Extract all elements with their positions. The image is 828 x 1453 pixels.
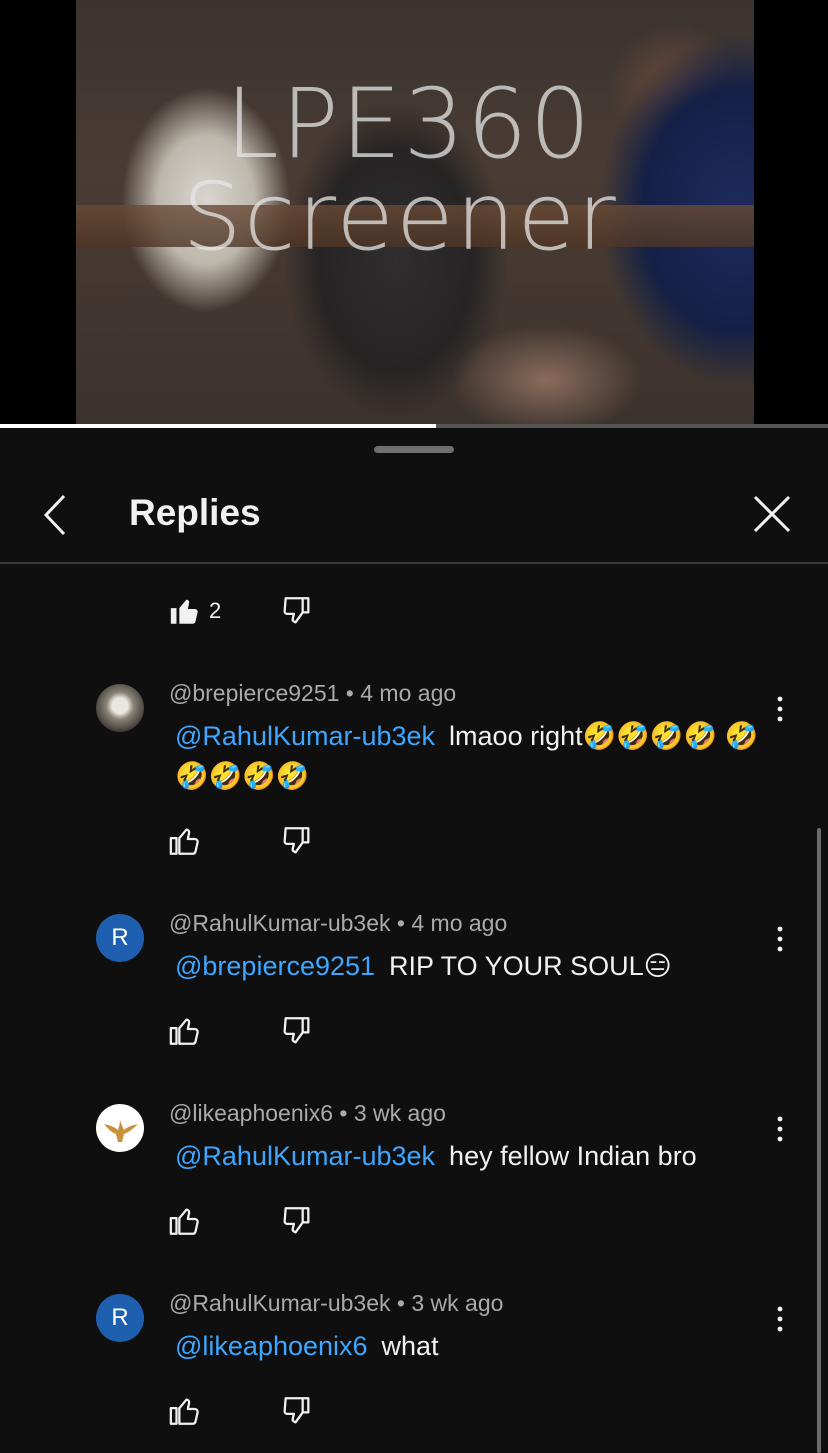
comment-more-button[interactable] [768,1114,792,1144]
thumbs-up-icon [169,1208,199,1235]
comment-author[interactable]: @likeaphoenix6 [169,1100,333,1126]
scrollbar[interactable] [817,828,821,1453]
comment-actions [168,1394,328,1434]
dislike-button[interactable] [280,1394,314,1428]
comment-mention-link[interactable]: @likeaphoenix6 [175,1331,368,1361]
replies-header: Replies [0,478,828,564]
comment-author[interactable]: @RahulKumar-ub3ek [169,910,391,936]
comment-meta: @RahulKumar-ub3ek • 4 mo ago [169,910,507,937]
more-vertical-icon [777,926,783,952]
like-button[interactable] [168,824,202,858]
dislike-button[interactable] [280,824,314,858]
comment-actions [168,1014,328,1054]
comment-time: 3 wk ago [411,1290,504,1316]
avatar[interactable]: R [96,1294,144,1342]
comment-text: @RahulKumar-ub3ek hey fellow Indian bro [175,1136,775,1176]
thumbs-down-icon [283,1397,310,1424]
thumbs-up-filled-icon [170,599,198,624]
watermark-line2: Screener [182,163,618,272]
thumbs-up-icon [169,828,199,855]
chevron-left-icon [43,494,66,536]
comment-mention-link[interactable]: @brepierce9251 [175,951,375,981]
more-vertical-icon [777,1306,783,1332]
comment-more-button[interactable] [768,1304,792,1334]
like-button[interactable] [168,1014,202,1048]
replies-sheet: Replies 2 @brepierce9251 • 4 mo ago @Rah… [0,428,828,1453]
comment-time: 4 mo ago [360,680,457,706]
drag-handle[interactable] [374,446,454,453]
thumbs-up-icon [169,1018,199,1045]
thumbs-up-icon [169,1398,199,1425]
comment-actions [168,824,328,864]
watermark-line1: LPE360 [225,68,593,180]
comment-time: 3 wk ago [353,1100,446,1126]
comment-author[interactable]: @brepierce9251 [169,680,339,706]
avatar[interactable]: R [96,914,144,962]
thumbs-down-icon [283,827,310,854]
page-title: Replies [129,492,261,533]
more-vertical-icon [777,696,783,722]
dislike-button[interactable] [280,594,314,628]
comment-meta: @RahulKumar-ub3ek • 3 wk ago [169,1290,503,1317]
thumbs-down-icon [283,1207,310,1234]
comment-time: 4 mo ago [411,910,508,936]
parent-comment-actions: 2 [168,594,328,634]
thumbs-down-icon [283,1017,310,1044]
comment-text: @brepierce9251 RIP TO YOUR SOUL😑 [175,946,775,986]
meta-separator: • [396,910,405,936]
meta-separator: • [396,1290,405,1316]
comment-mention-link[interactable]: @RahulKumar-ub3ek [175,721,435,751]
comment-mention-link[interactable]: @RahulKumar-ub3ek [175,1141,435,1171]
like-button[interactable] [168,1394,202,1428]
comment-actions [168,1204,328,1244]
avatar[interactable] [96,1104,144,1152]
video-player[interactable]: LPE360 Screener [0,0,828,428]
close-button[interactable] [746,490,800,540]
more-vertical-icon [777,1116,783,1142]
back-button[interactable] [30,490,80,540]
like-button[interactable] [168,1204,202,1238]
comment-author[interactable]: @RahulKumar-ub3ek [169,1290,391,1316]
meta-separator: • [339,1100,348,1126]
video-watermark: LPE360 Screener [76,76,754,266]
meta-separator: • [345,680,354,706]
comment-text: @likeaphoenix6 what [175,1326,775,1366]
close-icon [753,495,791,533]
comment-body: what [381,1331,439,1361]
phoenix-bird-icon [104,1120,138,1142]
comment-more-button[interactable] [768,924,792,954]
comment-text: @RahulKumar-ub3ek lmaoo right🤣🤣🤣🤣 🤣🤣🤣🤣🤣 [175,716,775,796]
comment-meta: @brepierce9251 • 4 mo ago [169,680,456,707]
like-button[interactable] [168,594,202,628]
like-count: 2 [209,598,222,623]
dislike-button[interactable] [280,1204,314,1238]
comment-meta: @likeaphoenix6 • 3 wk ago [169,1100,446,1127]
dislike-button[interactable] [280,1014,314,1048]
avatar[interactable] [96,684,144,732]
comment-body: hey fellow Indian bro [449,1141,697,1171]
thumbs-down-icon [283,597,310,624]
comment-more-button[interactable] [768,694,792,724]
comment-body: RIP TO YOUR SOUL😑 [389,951,672,981]
